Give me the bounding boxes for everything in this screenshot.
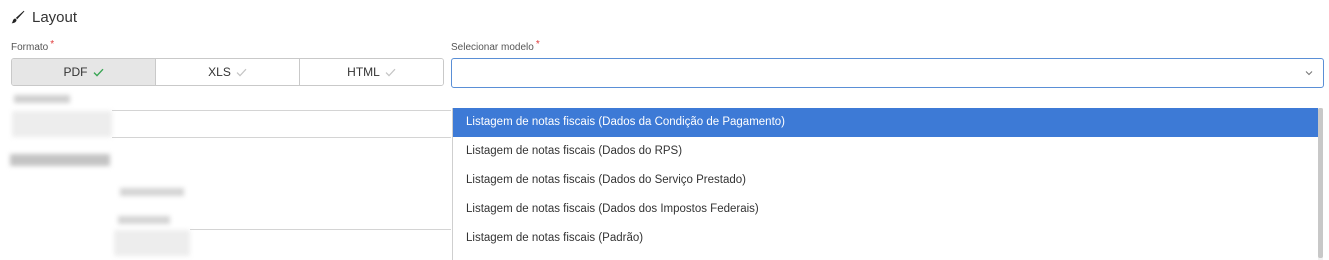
formato-option-label: XLS — [208, 65, 231, 79]
formato-option-label: PDF — [63, 65, 88, 79]
obscured-section-header — [10, 154, 110, 166]
divider — [112, 137, 451, 138]
check-icon — [236, 68, 247, 76]
divider — [112, 110, 451, 111]
formato-option-pdf[interactable]: PDF — [12, 59, 156, 85]
divider — [190, 229, 451, 230]
modelo-label-text: Selecionar modelo — [451, 42, 534, 53]
modelo-select[interactable] — [451, 58, 1324, 88]
check-icon — [385, 68, 396, 76]
formato-option-label: HTML — [347, 65, 380, 79]
dropdown-option[interactable]: Listagem de notas fiscais (Dados da Cond… — [453, 108, 1318, 137]
formato-option-xls[interactable]: XLS — [156, 59, 300, 85]
obscured-field-input — [12, 111, 112, 137]
check-icon — [93, 68, 104, 77]
modelo-label: Selecionar modelo * — [451, 39, 540, 53]
obscured-field-input — [114, 230, 190, 256]
modelo-dropdown-list: Listagem de notas fiscais (Dados da Cond… — [452, 108, 1319, 260]
formato-segmented-control: PDF XLS HTML — [11, 58, 444, 86]
obscured-field-label — [14, 95, 70, 103]
obscured-field-label — [118, 216, 170, 224]
section-header: Layout — [11, 6, 77, 28]
formato-label-text: Formato — [11, 42, 49, 53]
required-marker: * — [50, 39, 55, 50]
dropdown-option[interactable]: Listagem de notas fiscais (Dados do Serv… — [453, 166, 1318, 195]
formato-label: Formato * — [11, 39, 55, 53]
formato-option-html[interactable]: HTML — [300, 59, 443, 85]
dropdown-scrollbar-thumb[interactable] — [1318, 108, 1323, 258]
chevron-down-icon — [1305, 71, 1313, 76]
brush-icon — [11, 10, 25, 24]
dropdown-option[interactable]: Listagem de notas fiscais (Dados dos Imp… — [453, 195, 1318, 224]
required-marker: * — [535, 39, 540, 50]
section-title: Layout — [32, 8, 78, 26]
dropdown-option[interactable]: Listagem de notas fiscais (Padrão) — [453, 224, 1318, 253]
obscured-field-label — [120, 188, 184, 196]
dropdown-option[interactable]: Listagem de notas fiscais (Dados do RPS) — [453, 137, 1318, 166]
